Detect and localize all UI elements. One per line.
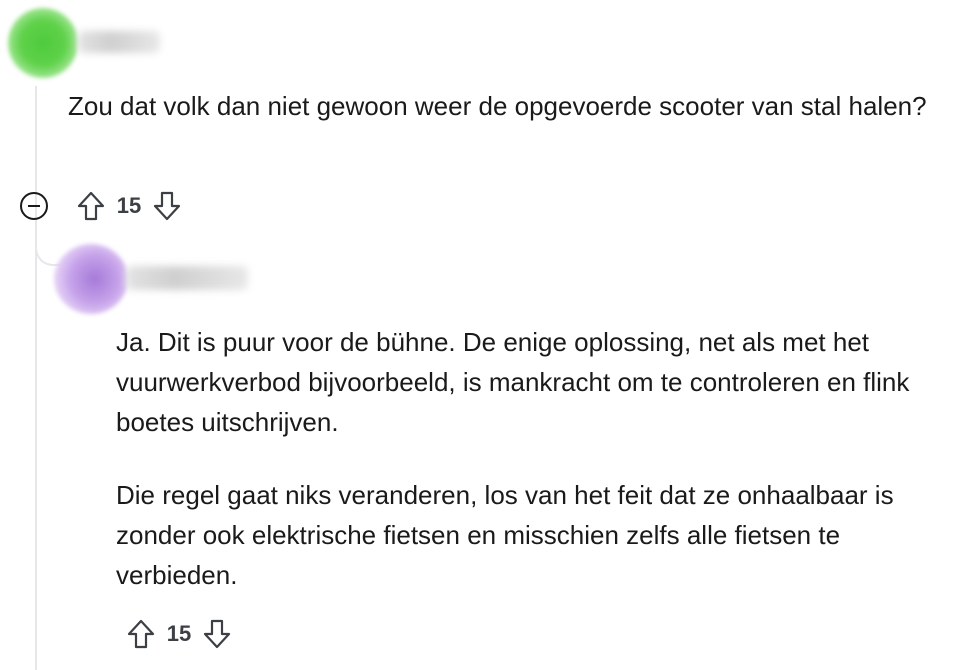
comment-action-bar: 15 xyxy=(18,188,184,224)
downvote-button[interactable] xyxy=(200,616,234,652)
downvote-arrow-icon xyxy=(203,619,231,649)
downvote-arrow-icon xyxy=(153,191,181,221)
reply-body-paragraph-1: Ja. Dit is puur voor de bühne. De enige … xyxy=(116,327,910,437)
upvote-arrow-icon xyxy=(77,191,105,221)
reply-username-redacted[interactable] xyxy=(126,266,248,290)
comment-body: Zou dat volk dan niet gewoon weer de opg… xyxy=(68,91,927,121)
reply-body-paragraph-2: Die regel gaat niks veranderen, los van … xyxy=(116,480,894,590)
collapse-minus-icon xyxy=(20,192,48,220)
upvote-button[interactable] xyxy=(74,188,108,224)
comment-avatar[interactable] xyxy=(8,8,78,78)
comment-username-redacted[interactable] xyxy=(78,31,160,53)
reply-action-bar: 15 xyxy=(124,616,234,652)
thread-line xyxy=(35,86,37,670)
upvote-arrow-icon xyxy=(127,619,155,649)
vote-score: 15 xyxy=(166,621,192,646)
downvote-button[interactable] xyxy=(150,188,184,224)
upvote-button[interactable] xyxy=(124,616,158,652)
vote-score: 15 xyxy=(116,193,142,218)
reply-avatar[interactable] xyxy=(54,244,128,314)
collapse-button[interactable] xyxy=(18,190,50,222)
